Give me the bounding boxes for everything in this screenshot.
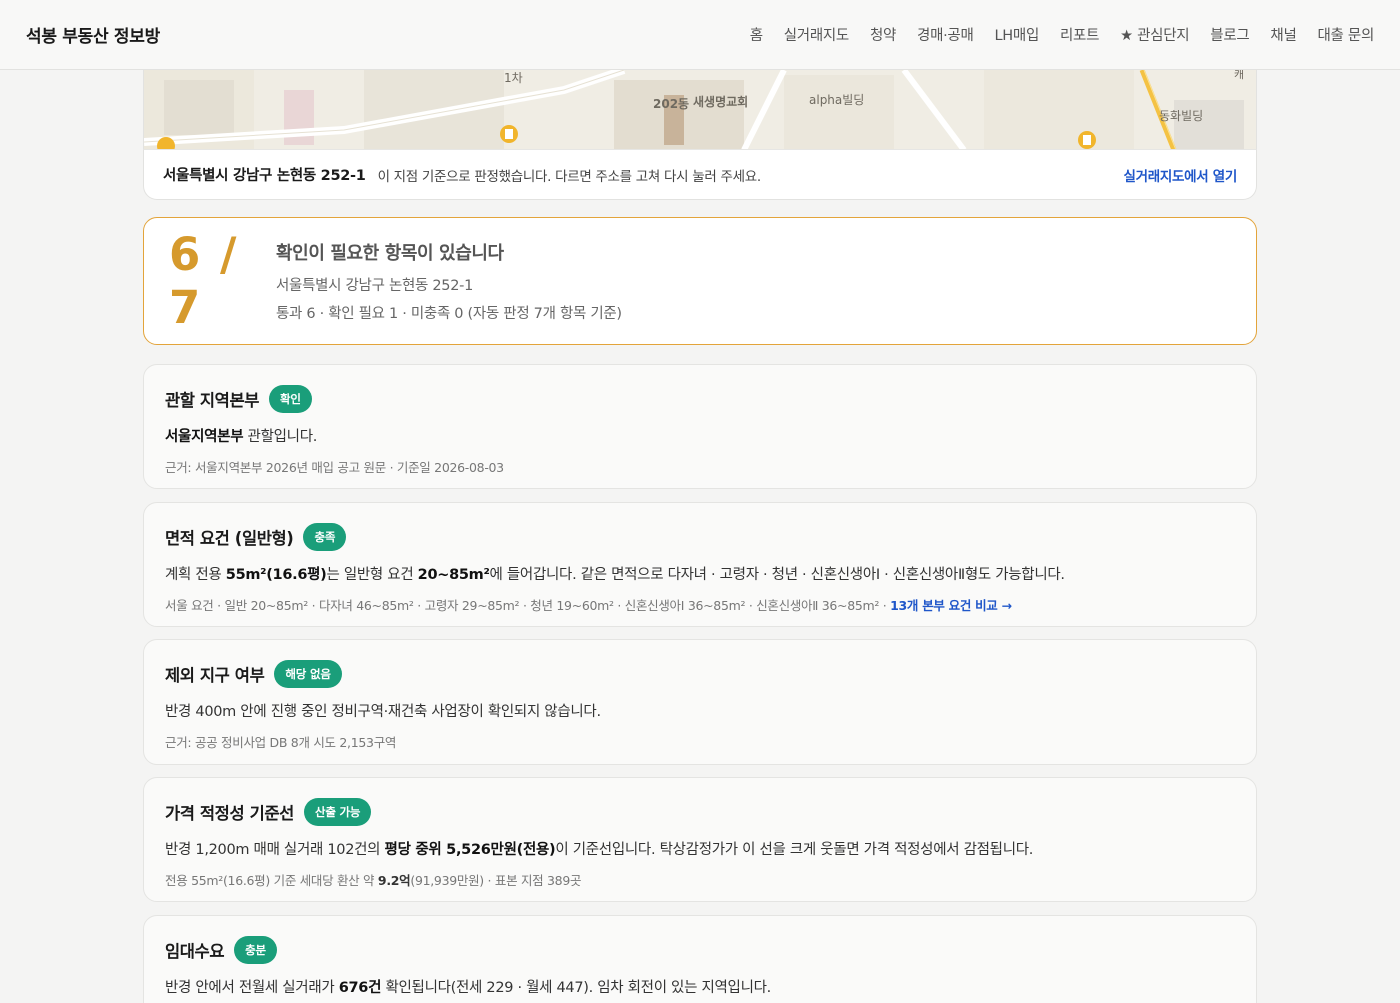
card-head: 관할 지역본부 확인 <box>165 385 1235 413</box>
nav-auction[interactable]: 경매·공매 <box>917 24 974 45</box>
item-card-region: 관할 지역본부 확인 서울지역본부 관할입니다. 근거: 서울지역본부 2026… <box>143 364 1257 489</box>
nav-transaction-map[interactable]: 실거래지도 <box>784 24 850 45</box>
card-head: 가격 적정성 기준선 산출 가능 <box>165 798 1235 826</box>
score-title: 확인이 필요한 항목이 있습니다 <box>276 243 504 264</box>
card-title: 임대수요 <box>165 942 225 961</box>
card-foot: 근거: 공공 정비사업 DB 8개 시도 2,153구역 <box>165 735 397 750</box>
map-label-church: 새생명교회 <box>693 94 748 109</box>
card-body-bold: 서울지역본부 <box>165 429 244 445</box>
nav-subscription[interactable]: 청약 <box>870 24 896 45</box>
status-badge: 확인 <box>269 385 312 413</box>
card-foot-text: 전용 55m²(16.6평) 기준 세대당 환산 약 <box>165 873 378 888</box>
item-card-rental-demand: 임대수요 충분 반경 안에서 전월세 실거래가 676건 확인됩니다(전세 22… <box>143 915 1257 1003</box>
card-body-text: 관할입니다. <box>243 429 318 445</box>
card-body-text: 는 일반형 요건 <box>326 567 418 583</box>
nav-report[interactable]: 리포트 <box>1060 24 1099 45</box>
card-foot-text: 서울 요건 · 일반 20~85m² · 다자녀 46~85m² · 고령자 2… <box>165 598 891 613</box>
card-foot: 전용 55m²(16.6평) 기준 세대당 환산 약 9.2억(91,939만원… <box>165 870 1235 889</box>
card-head: 임대수요 충분 <box>165 936 1235 964</box>
status-badge: 충족 <box>303 523 347 551</box>
card-body: 반경 1,200m 매매 실거래 102건의 평당 중위 5,526만원(전용)… <box>165 838 1235 859</box>
score-text: 확인이 필요한 항목이 있습니다 서울특별시 강남구 논현동 252-1 통과 … <box>276 239 622 323</box>
card-body-text: 계획 전용 <box>165 567 226 583</box>
card-foot: 서울 요건 · 일반 20~85m² · 다자녀 46~85m² · 고령자 2… <box>165 595 1235 614</box>
card-body-text: 반경 1,200m 매매 실거래 102건의 <box>165 842 385 858</box>
card-body: 계획 전용 55m²(16.6평)는 일반형 요건 20~85m²에 들어갑니다… <box>165 563 1235 584</box>
status-badge: 산출 가능 <box>303 798 372 826</box>
card-body: 반경 안에서 전월세 실거래가 676건 확인됩니다(전세 229 · 월세 4… <box>165 976 1235 997</box>
map-label-donghwa: 동화빌딩 <box>1159 109 1203 123</box>
card-body-bold: 676건 <box>338 980 382 996</box>
card-title: 가격 적정성 기준선 <box>165 804 294 823</box>
address-main: 서울특별시 강남구 논현동 252-1 <box>163 168 366 184</box>
card-body: 서울지역본부 관할입니다. <box>165 425 1235 446</box>
nav-home[interactable]: 홈 <box>750 24 763 45</box>
address-bar: 서울특별시 강남구 논현동 252-1 이 지점 기준으로 판정했습니다. 다르… <box>143 149 1257 200</box>
card-head: 제외 지구 여부 해당 없음 <box>165 660 1235 688</box>
top-header: 석봉 부동산 정보방 홈 실거래지도 청약 경매·공매 LH매입 리포트 ★ 관… <box>0 0 1400 70</box>
item-card-area: 면적 요건 (일반형) 충족 계획 전용 55m²(16.6평)는 일반형 요건… <box>143 502 1257 627</box>
item-card-price: 가격 적정성 기준선 산출 가능 반경 1,200m 매매 실거래 102건의 … <box>143 777 1257 902</box>
card-body-text: 에 들어갑니다. 같은 면적으로 다자녀 · 고령자 · 청년 · 신혼신생아Ⅰ… <box>489 567 1065 583</box>
card-foot: 근거: 서울지역본부 2026년 매입 공고 원문 · 기준일 2026-08-… <box>165 460 504 475</box>
map-label-edge: 캐 <box>1234 70 1244 81</box>
card-body-bold: 55m²(16.6평) <box>225 567 327 583</box>
nav-lh-purchase[interactable]: LH매입 <box>995 24 1040 45</box>
card-title: 면적 요건 (일반형) <box>165 529 294 548</box>
open-map-link[interactable]: 실거래지도에서 열기 <box>1124 165 1238 185</box>
card-body-text: 확인됩니다(전세 229 · 월세 447). 임차 회전이 있는 지역입니다. <box>381 980 771 996</box>
address-note: 이 지점 기준으로 판정했습니다. 다르면 주소를 고쳐 다시 눌러 주세요. <box>377 168 762 185</box>
card-body-text: 이 기준선입니다. 탁상감정가가 이 선을 크게 웃돌면 가격 적정성에서 감점… <box>555 842 1034 858</box>
card-body-bold: 평당 중위 5,526만원(전용) <box>384 842 556 858</box>
card-title: 제외 지구 여부 <box>165 666 265 685</box>
map-canvas: 1차 202동 새생명교회 alpha빌딩 동화빌딩 캐 <box>144 70 1256 150</box>
compare-regions-link[interactable]: 13개 본부 요건 비교 → <box>890 598 1012 613</box>
map-label-1cha: 1차 <box>504 71 523 85</box>
status-badge: 해당 없음 <box>274 660 342 688</box>
card-body: 반경 400m 안에 진행 중인 정비구역·재건축 사업장이 확인되지 않습니다… <box>165 704 601 720</box>
location-map[interactable]: 1차 202동 새생명교회 alpha빌딩 동화빌딩 캐 <box>143 70 1257 150</box>
item-card-exclusion: 제외 지구 여부 해당 없음 반경 400m 안에 진행 중인 정비구역·재건축… <box>143 639 1257 765</box>
card-foot-text: (91,939만원) · 표본 지점 389곳 <box>410 873 582 888</box>
card-foot-bold: 9.2억 <box>377 873 411 888</box>
card-body-bold: 20~85m² <box>417 567 490 583</box>
map-label-alpha: alpha빌딩 <box>809 93 864 107</box>
score-address: 서울특별시 강남구 논현동 252-1 <box>276 278 474 294</box>
main-nav: 홈 실거래지도 청약 경매·공매 LH매입 리포트 ★ 관심단지 블로그 채널 … <box>729 24 1375 45</box>
card-head: 면적 요건 (일반형) 충족 <box>165 523 1235 551</box>
map-label-202dong: 202동 <box>653 97 689 111</box>
score-value: 6 / 7 <box>169 228 239 334</box>
nav-favorites[interactable]: ★ 관심단지 <box>1120 24 1189 45</box>
card-title: 관할 지역본부 <box>165 391 260 410</box>
score-summary: 통과 6 · 확인 필요 1 · 미충족 0 (자동 판정 7개 항목 기준) <box>276 306 622 322</box>
nav-loan-inquiry[interactable]: 대출 문의 <box>1318 24 1375 45</box>
status-badge: 충분 <box>234 936 277 964</box>
nav-blog[interactable]: 블로그 <box>1210 24 1249 45</box>
brand-logo[interactable]: 석봉 부동산 정보방 <box>26 22 160 47</box>
card-body-text: 반경 안에서 전월세 실거래가 <box>165 980 339 996</box>
nav-channel[interactable]: 채널 <box>1270 24 1296 45</box>
score-card: 6 / 7 확인이 필요한 항목이 있습니다 서울특별시 강남구 논현동 252… <box>143 217 1257 345</box>
